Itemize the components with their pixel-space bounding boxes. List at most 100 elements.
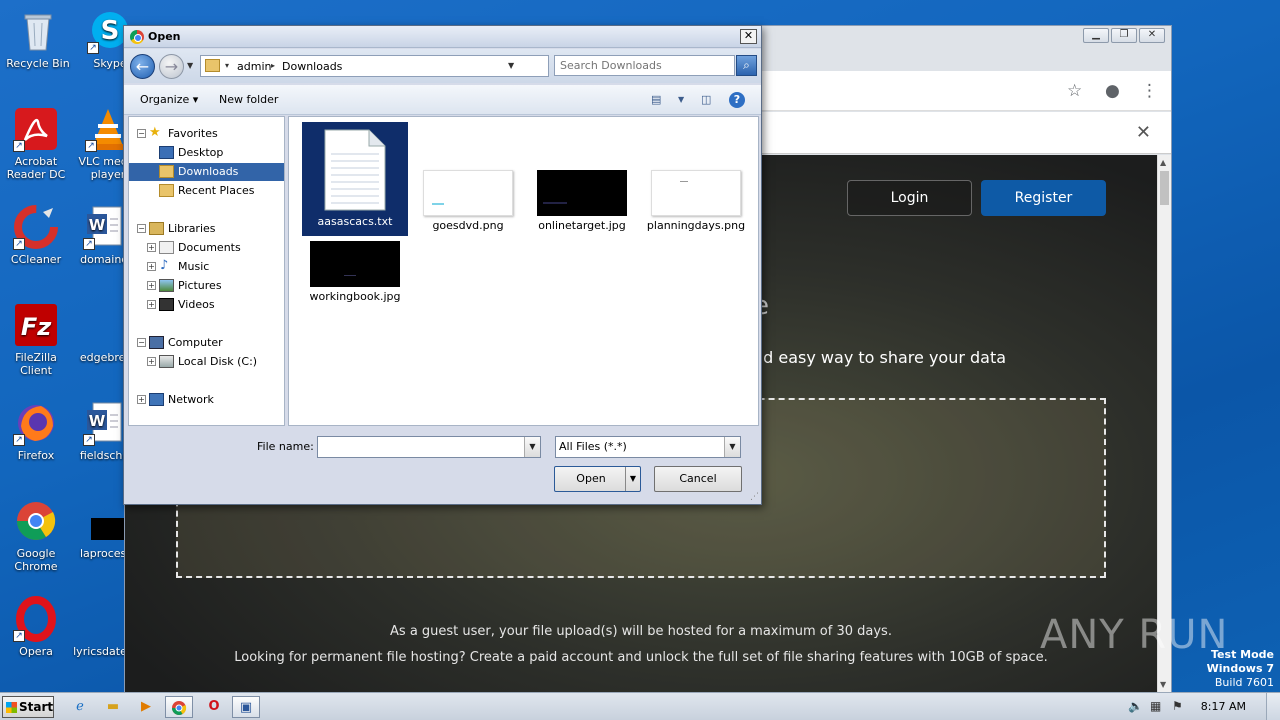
shortcut-arrow-icon: ↗ xyxy=(87,42,99,54)
view-dropdown-icon[interactable]: ▼ xyxy=(678,95,684,104)
search-field[interactable] xyxy=(554,55,735,76)
desktop-icon-recycle-bin[interactable]: Recycle Bin xyxy=(0,8,76,70)
desktop-icon-label: Recycle Bin xyxy=(6,57,70,70)
clock[interactable]: 8:17 AM xyxy=(1201,700,1246,713)
scroll-down-icon[interactable]: ▼ xyxy=(1160,680,1166,689)
tree-item-computer[interactable]: − Computer xyxy=(129,334,284,352)
expand-icon[interactable]: + xyxy=(147,281,156,290)
chevron-down-icon[interactable]: ▼ xyxy=(724,437,740,457)
preview-pane-icon[interactable]: ◫ xyxy=(701,93,711,106)
search-icon[interactable]: ⌕ xyxy=(736,55,757,76)
taskbar-chrome-icon[interactable] xyxy=(165,696,193,718)
file-item[interactable]: aasascacs.txt xyxy=(302,122,408,236)
tree-label: Libraries xyxy=(168,222,216,235)
tree-item-music[interactable]: + ♪ Music xyxy=(129,258,284,276)
register-button[interactable]: Register xyxy=(981,180,1106,216)
dialog-close-button[interactable]: ✕ xyxy=(740,29,757,44)
account-icon[interactable]: ● xyxy=(1105,81,1120,101)
desktop-icon-ccleaner[interactable]: ↗ CCleaner xyxy=(0,204,74,266)
file-type-value: All Files (*.*) xyxy=(559,440,627,453)
tree-item-favorites[interactable]: − ★ Favorites xyxy=(129,125,284,143)
tree-label: Downloads xyxy=(178,165,239,178)
tree-item-videos[interactable]: + Videos xyxy=(129,296,284,314)
desktop-icon-firefox[interactable]: ↗ Firefox xyxy=(0,400,74,462)
file-name-combobox[interactable]: ▼ xyxy=(317,436,541,458)
network-tray-icon[interactable]: ▦ xyxy=(1150,699,1161,713)
guest-notice: As a guest user, your file upload(s) wil… xyxy=(390,624,892,639)
open-button[interactable]: Open ▼ xyxy=(554,466,641,492)
help-icon[interactable]: ? xyxy=(729,92,745,108)
start-button[interactable]: Start xyxy=(2,696,54,718)
taskbar-explorer-icon[interactable]: ▬ xyxy=(99,696,127,718)
close-window-button[interactable]: ✕ xyxy=(1139,28,1165,43)
breadcrumb-downloads[interactable]: Downloads xyxy=(282,60,342,73)
window-controls: ▁ ❐ ✕ xyxy=(1083,28,1165,43)
organize-menu[interactable]: Organize ▾ xyxy=(140,93,198,106)
expand-icon[interactable]: + xyxy=(147,357,156,366)
hosting-notice: Looking for permanent file hosting? Crea… xyxy=(234,650,1048,665)
taskbar-media-player-icon[interactable]: ▶ xyxy=(132,696,160,718)
menu-kebab-icon[interactable]: ⋮ xyxy=(1141,81,1158,101)
search-input[interactable] xyxy=(555,56,725,75)
restore-button[interactable]: ❐ xyxy=(1111,28,1137,43)
cancel-button[interactable]: Cancel xyxy=(654,466,742,492)
open-options-dropdown-icon[interactable]: ▼ xyxy=(625,467,640,491)
back-button[interactable]: ← xyxy=(130,54,155,79)
taskbar-window-icon[interactable]: ▣ xyxy=(232,696,260,718)
scroll-up-icon[interactable]: ▲ xyxy=(1160,158,1166,167)
expand-icon[interactable]: + xyxy=(137,395,146,404)
tree-item-libraries[interactable]: − Libraries xyxy=(129,220,284,238)
shortcut-arrow-icon: ↗ xyxy=(85,140,97,152)
tree-item-desktop[interactable]: Desktop xyxy=(129,144,284,162)
close-icon[interactable]: ✕ xyxy=(1136,122,1151,143)
navigation-bar: ← → ▼ ▾ admin ▸ Downloads ▼ ⇆ ⌕ xyxy=(124,49,761,83)
chevron-down-icon[interactable]: ▼ xyxy=(524,437,540,457)
desktop-icon-chrome[interactable]: Google Chrome xyxy=(0,498,74,573)
speaker-icon[interactable]: 🔈 xyxy=(1128,699,1143,713)
file-name-input[interactable] xyxy=(318,437,523,457)
expand-icon[interactable]: + xyxy=(147,262,156,271)
expand-icon[interactable]: + xyxy=(147,243,156,252)
collapse-icon[interactable]: − xyxy=(137,338,146,347)
tree-item-pictures[interactable]: + Pictures xyxy=(129,277,284,295)
show-desktop-button[interactable] xyxy=(1266,693,1280,720)
image-thumbnail xyxy=(310,241,400,287)
recent-locations-dropdown-icon[interactable]: ▼ xyxy=(187,61,193,70)
expand-icon[interactable]: + xyxy=(147,300,156,309)
system-tray: 🔈 ▦ ⚑ 8:17 AM xyxy=(1120,693,1280,720)
resize-grip-icon[interactable]: ⋰ xyxy=(750,492,759,502)
taskbar-internet-explorer-icon[interactable]: ℯ xyxy=(66,696,94,718)
chevron-down-icon[interactable]: ▸ xyxy=(271,61,275,70)
file-type-select[interactable]: All Files (*.*) ▼ xyxy=(555,436,741,458)
minimize-button[interactable]: ▁ xyxy=(1083,28,1109,43)
action-center-flag-icon[interactable]: ⚑ xyxy=(1172,699,1183,713)
desktop-icon-acrobat[interactable]: ↗ Acrobat Reader DC xyxy=(0,106,74,181)
tree-item-network[interactable]: + Network xyxy=(129,391,284,409)
file-item[interactable]: goesdvd.png xyxy=(415,122,521,236)
tree-item-local-disk[interactable]: + Local Disk (C:) xyxy=(129,353,284,371)
organize-label: Organize xyxy=(140,93,190,106)
chevron-down-icon[interactable]: ▾ xyxy=(225,61,229,70)
login-button[interactable]: Login xyxy=(847,180,972,216)
scroll-thumb[interactable] xyxy=(1160,171,1169,205)
dialog-titlebar[interactable]: Open ✕ xyxy=(124,26,761,48)
tree-item-recent-places[interactable]: Recent Places xyxy=(129,182,284,200)
file-item[interactable]: planningdays.png xyxy=(643,122,749,236)
shortcut-arrow-icon: ↗ xyxy=(13,140,25,152)
tree-item-documents[interactable]: + Documents xyxy=(129,239,284,257)
collapse-icon[interactable]: − xyxy=(137,129,146,138)
forward-button[interactable]: → xyxy=(159,54,184,79)
opera-icon: ↗ xyxy=(13,596,59,642)
desktop-icon-filezilla[interactable]: Fz FileZilla Client xyxy=(0,302,74,377)
new-folder-button[interactable]: New folder xyxy=(219,93,278,106)
address-breadcrumb[interactable]: ▾ admin ▸ Downloads ▼ ⇆ xyxy=(200,55,625,77)
breadcrumb-admin[interactable]: admin xyxy=(237,60,271,73)
tree-item-downloads[interactable]: Downloads xyxy=(129,163,284,181)
taskbar-opera-icon[interactable]: O xyxy=(200,696,228,718)
bookmark-star-icon[interactable]: ☆ xyxy=(1067,81,1082,101)
file-item[interactable]: onlinetarget.jpg xyxy=(529,122,635,236)
change-view-icon[interactable]: ▤ xyxy=(651,93,661,106)
file-item[interactable]: workingbook.jpg xyxy=(302,241,408,305)
path-dropdown-icon[interactable]: ▼ xyxy=(508,61,514,70)
collapse-icon[interactable]: − xyxy=(137,224,146,233)
